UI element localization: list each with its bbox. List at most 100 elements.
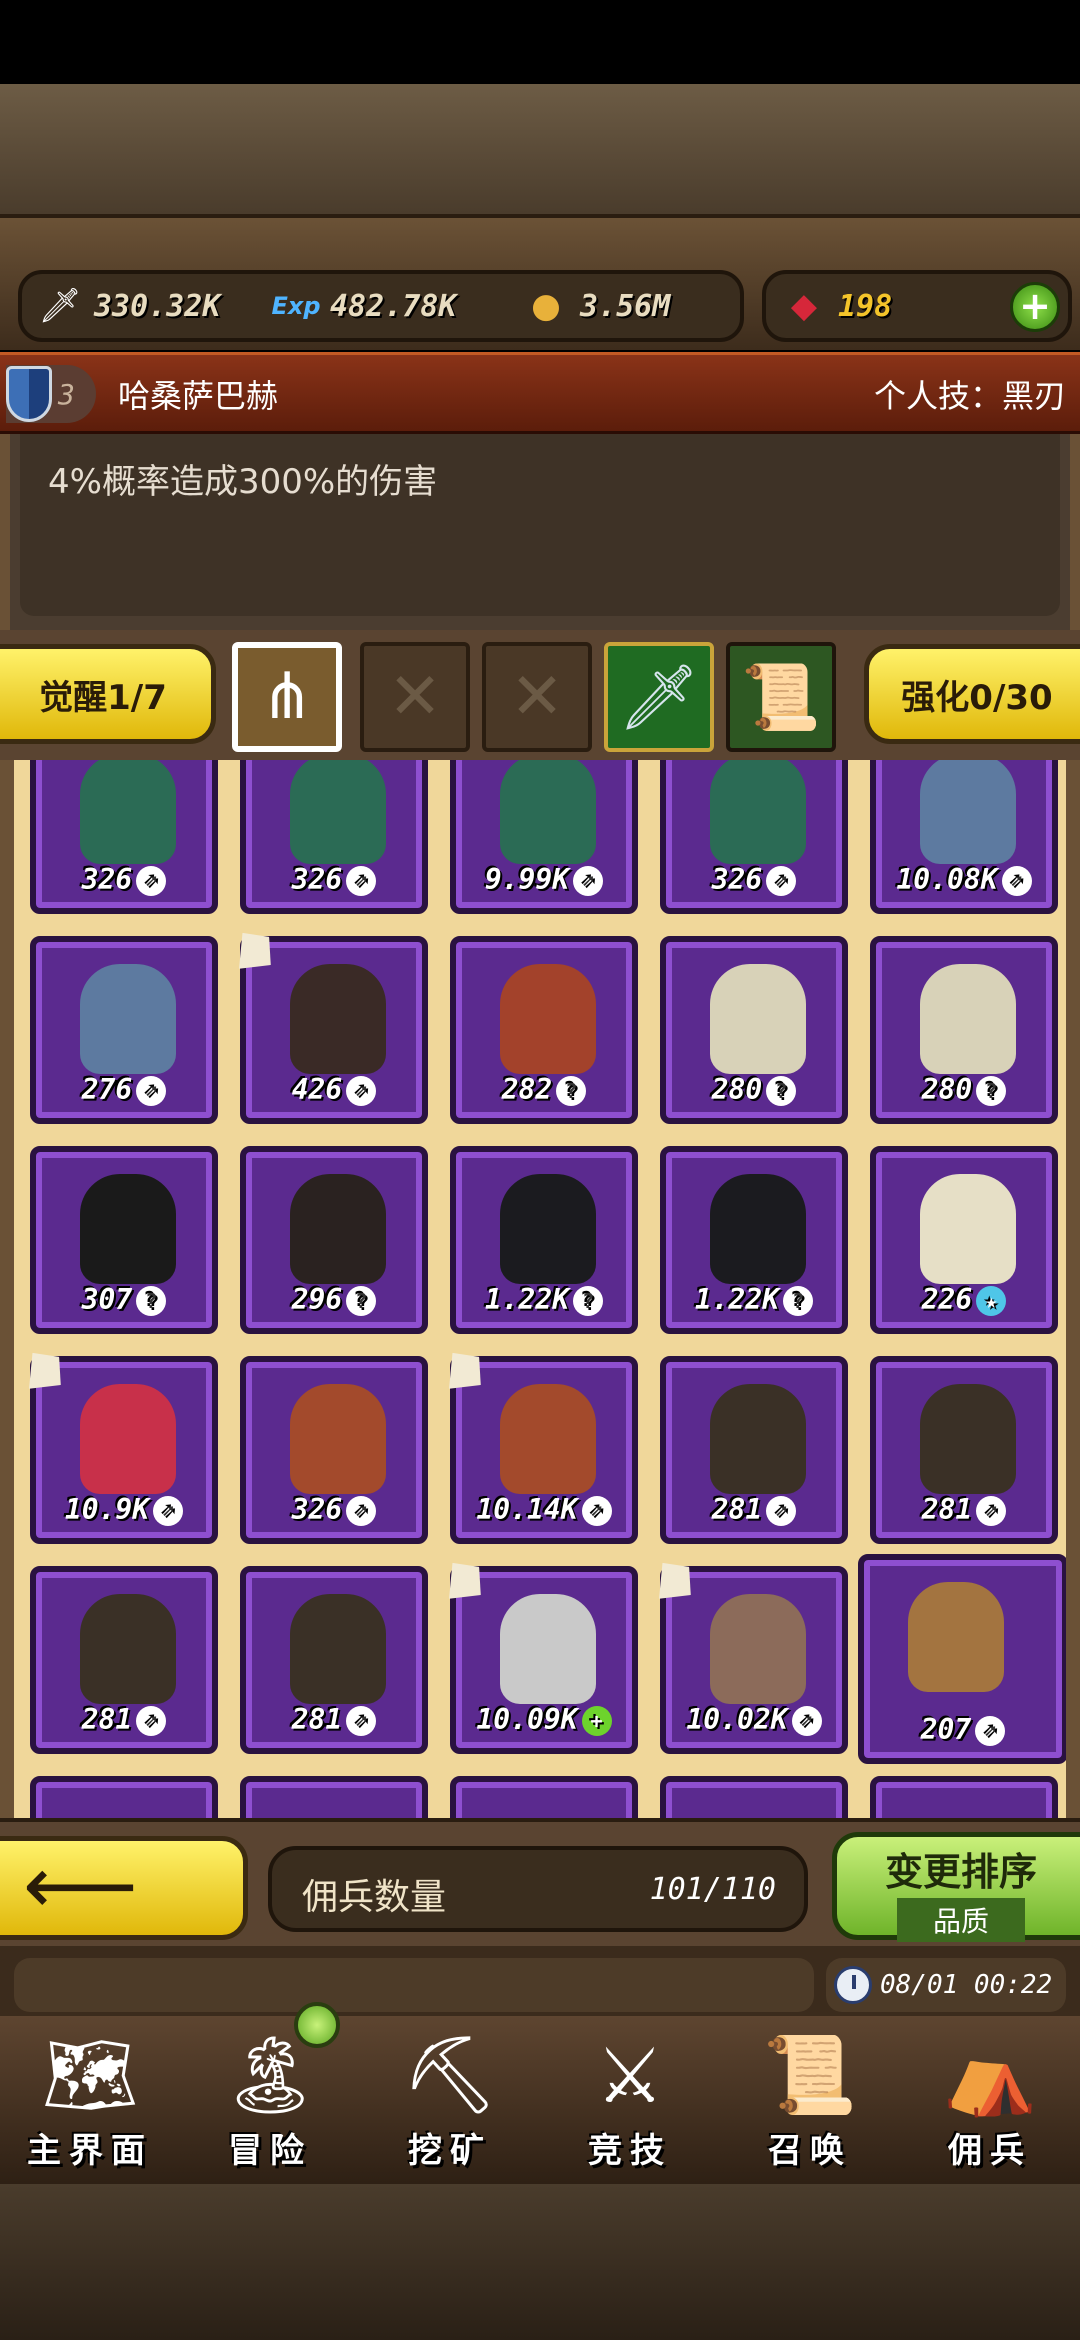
info-strip: 08/01 00:22 [0, 1946, 1080, 2016]
mercenary-card[interactable] [240, 1776, 428, 1818]
awaken-button[interactable]: 觉醒1/7 [0, 644, 216, 744]
mercenary-portrait [908, 1582, 1004, 1692]
level-text: 9.99K [484, 863, 570, 896]
mercenary-level: 426 ➚ [246, 1073, 422, 1106]
skill-slot-empty[interactable]: ✕ [360, 642, 470, 752]
mercenary-card[interactable]: 326 ➚ [240, 1356, 428, 1544]
mercenary-card[interactable]: 10.02K ➚ [660, 1566, 848, 1754]
level-text: 282 [501, 1073, 553, 1106]
mercenary-card[interactable] [450, 1776, 638, 1818]
mercenary-card[interactable]: 296? [240, 1146, 428, 1334]
exp-resource: Exp 482.78K [271, 274, 457, 338]
mercenary-level: 326 ➚ [36, 863, 212, 896]
mercenary-card[interactable]: 307? [30, 1146, 218, 1334]
mercenary-card[interactable]: 280? [660, 936, 848, 1124]
mercenary-card[interactable]: 281 ➚ [240, 1566, 428, 1754]
nav-mercenary[interactable]: ⛺ 佣兵 [900, 2016, 1080, 2184]
datetime: 08/01 00:22 [880, 1970, 1053, 2000]
mercenary-level: 280? [666, 1073, 842, 1106]
mercenary-card[interactable]: 326 ➚ [660, 760, 848, 914]
add-gems-button[interactable]: + [1010, 282, 1060, 332]
mercenary-card[interactable] [30, 1776, 218, 1818]
equipment-slot-sword[interactable]: 🗡 [604, 642, 714, 752]
attack-resource: 🗡 330.32K [36, 274, 220, 338]
sort-title: 变更排序 [884, 1850, 1037, 1894]
back-arrow-icon: ⟵ [23, 1839, 138, 1932]
mercenary-level: 226 ★ [876, 1283, 1052, 1316]
mercenary-portrait [920, 964, 1016, 1074]
nav-mining[interactable]: ⛏ 挖矿 [360, 2016, 540, 2184]
mercenary-card[interactable]: 10.08K ➚ [870, 760, 1058, 914]
description-box: 4%概率造成300%的伤害 [20, 434, 1060, 616]
mercenary-card[interactable]: 326 ➚ [240, 760, 428, 914]
nav-label: 挖矿 [408, 2131, 492, 2171]
mercenary-card[interactable]: 1.22K? [660, 1146, 848, 1334]
nav-label: 冒险 [228, 2131, 312, 2171]
mercenary-portrait [290, 1594, 386, 1704]
attack-value: 330.32K [94, 288, 221, 324]
level-text: 10.9K [64, 1493, 150, 1526]
mercenary-card[interactable]: 281 ➚ [870, 1356, 1058, 1544]
mercenary-grid: 326 ➚ 326 ➚ 9.99K ➚ 326 ➚ 10.08K ➚ 276 ➚ 426 ➚ 282? 280… [0, 760, 1080, 1818]
gem-icon: ◆ [790, 286, 818, 326]
mercenary-card[interactable]: 9.99K ➚ [450, 760, 638, 914]
mercenary-portrait [290, 964, 386, 1074]
nav-summon[interactable]: 📜 召唤 [720, 2016, 900, 2184]
skill-slot-trident[interactable]: ⋔ [232, 642, 342, 752]
mercenary-card[interactable]: 326 ➚ [30, 760, 218, 914]
level-text: 1.22K [694, 1283, 780, 1316]
mercenary-portrait [710, 1174, 806, 1284]
exp-value: 482.78K [330, 288, 457, 324]
skill-slot-empty[interactable]: ✕ [482, 642, 592, 752]
mercenary-card[interactable] [660, 1776, 848, 1818]
arrow-badge-icon: ➚ [346, 1076, 377, 1106]
mercenary-portrait [80, 964, 176, 1074]
mercenary-card[interactable]: 281 ➚ [660, 1356, 848, 1544]
mercenary-card[interactable]: 10.09K + [450, 1566, 638, 1754]
mercenary-card[interactable]: 276 ➚ [30, 936, 218, 1124]
level-text: 10.09K [476, 1703, 578, 1736]
back-button[interactable]: ⟵ [0, 1836, 248, 1940]
locked-x-icon: ✕ [388, 660, 442, 734]
hero-header: 3 哈桑萨巴赫 个人技：黑刃 [0, 352, 1080, 434]
hero-name: 哈桑萨巴赫 [118, 377, 279, 415]
mercenary-card[interactable]: 281 ➚ [30, 1566, 218, 1754]
sort-button[interactable]: 变更排序 品质 [832, 1832, 1080, 1942]
mercenary-portrait [710, 760, 806, 864]
enhance-button[interactable]: 强化0/30 [864, 644, 1080, 744]
question-badge-icon: ? [976, 1076, 1007, 1106]
nav-arena[interactable]: ⚔ 竞技 [540, 2016, 720, 2184]
mercenary-card[interactable]: 207 ➚ [858, 1554, 1066, 1764]
level-text: 296 [291, 1283, 343, 1316]
clock: 08/01 00:22 [826, 1958, 1066, 2012]
mercenary-count-panel: 佣兵数量 101/110 [268, 1846, 808, 1932]
level-text: 281 [711, 1493, 763, 1526]
arrow-badge-icon: ➚ [136, 866, 167, 896]
mercenary-portrait [500, 964, 596, 1074]
mercenary-card[interactable]: 426 ➚ [240, 936, 428, 1124]
locked-x-icon: ✕ [510, 660, 564, 734]
scroll-tag-icon [434, 1342, 491, 1399]
nav-adventure[interactable]: 🏝 冒险 [180, 2002, 360, 2184]
arrow-badge-icon: ➚ [153, 1496, 184, 1526]
arrow-badge-icon: ➚ [573, 866, 604, 896]
mercenary-level: 10.08K ➚ [876, 863, 1052, 896]
mercenary-card[interactable] [870, 1776, 1058, 1818]
mercenary-level: 282? [456, 1073, 632, 1106]
mercenary-card[interactable]: 10.14K ➚ [450, 1356, 638, 1544]
gold-resource: ● 3.56M [522, 274, 670, 338]
mercenary-card[interactable]: 1.22K? [450, 1146, 638, 1334]
level-text: 1.22K [484, 1283, 570, 1316]
question-badge-icon: ? [346, 1286, 377, 1316]
nav-main[interactable]: 🗺 主界面 [0, 2016, 180, 2184]
arrow-badge-icon: ➚ [346, 1706, 377, 1736]
mercenary-card[interactable]: 226 ★ [870, 1146, 1058, 1334]
level-text: 326 [291, 1493, 343, 1526]
mercenary-card[interactable]: 282? [450, 936, 638, 1124]
mercenary-level: 10.9K ➚ [36, 1493, 212, 1526]
equipment-slot-scroll[interactable]: 📜 [726, 642, 836, 752]
gem-value: 198 [838, 288, 893, 324]
hero-skill: 个人技：黑刃 [873, 377, 1066, 415]
mercenary-card[interactable]: 280? [870, 936, 1058, 1124]
mercenary-card[interactable]: 10.9K ➚ [30, 1356, 218, 1544]
